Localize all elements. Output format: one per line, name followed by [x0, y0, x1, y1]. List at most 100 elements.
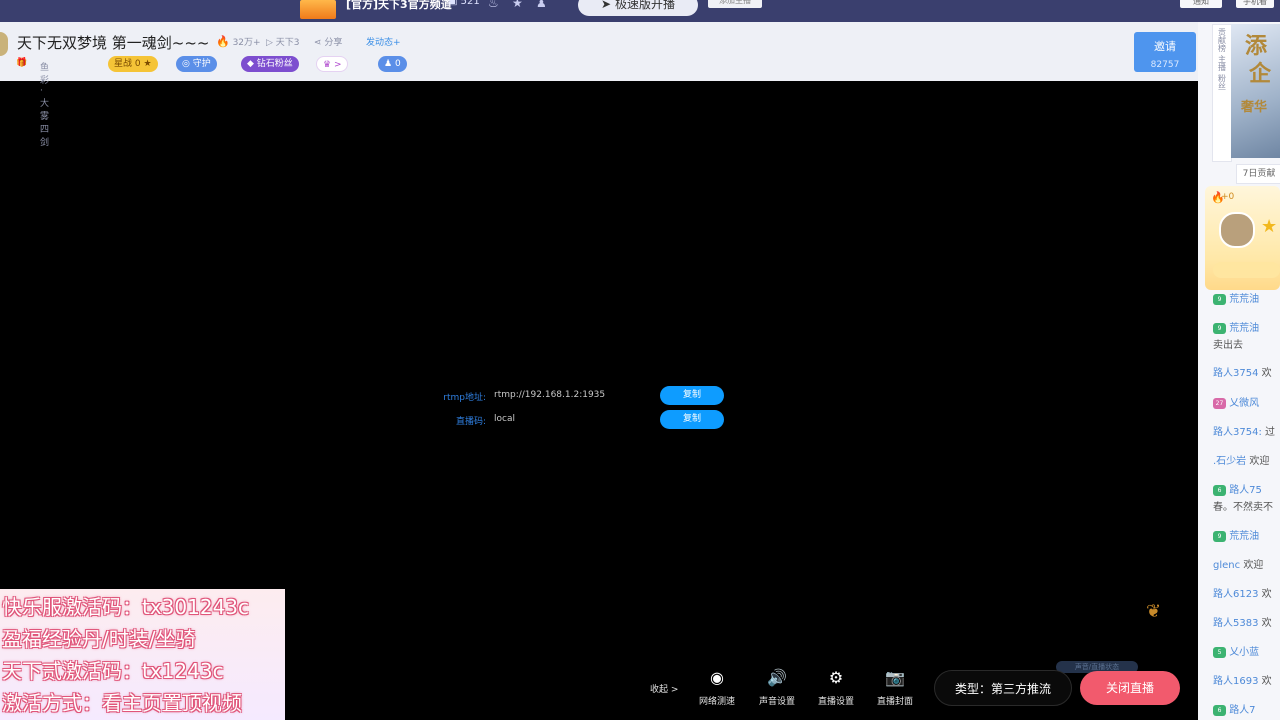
noble-label: >: [333, 60, 342, 70]
people-count: 0: [394, 59, 401, 69]
diamond-fans-button[interactable]: ◆ 钻石粉丝: [241, 56, 299, 72]
stream-code-value: local: [494, 414, 515, 424]
chat-message: 9 荒荒油: [1213, 319, 1280, 334]
stream-code-label: 直播码:: [455, 417, 486, 427]
wing-icon[interactable]: ❦: [1146, 601, 1170, 622]
chat-text: 欢: [1261, 618, 1272, 629]
chat-message: 路人3754 欢: [1213, 364, 1280, 379]
chat-username[interactable]: 路人5383: [1213, 618, 1258, 629]
speed-icon: ◉: [710, 668, 724, 687]
chat-text: 过: [1265, 427, 1276, 438]
chat-message: 路人6123 欢: [1213, 585, 1280, 600]
top-fan-avatar[interactable]: [1219, 212, 1255, 248]
chat-username[interactable]: 路人3754: [1213, 368, 1258, 379]
diamond-label: 钻石粉丝: [256, 59, 293, 69]
channel-logo[interactable]: [300, 0, 336, 19]
chat-username[interactable]: 荒荒油: [1229, 531, 1259, 542]
fast-open-button[interactable]: ➤ 极速版开播: [578, 0, 698, 16]
add-anchor-button[interactable]: 添加主播: [708, 0, 762, 8]
promo-line-3: 天下贰激活码：tx1243c: [2, 659, 224, 683]
post-dynamic-link[interactable]: 发动态+: [366, 35, 401, 48]
copy-code-button[interactable]: 复制: [660, 410, 724, 429]
chat-message: 6 路人75: [1213, 481, 1280, 496]
star-icon: ★: [1261, 216, 1278, 237]
chat-username[interactable]: 荒荒油: [1229, 294, 1259, 305]
hot-count-value: 32万+: [232, 38, 261, 48]
chat-message: 路人5383 欢: [1213, 614, 1280, 629]
speed-test-button[interactable]: ◉ 网络测速: [695, 668, 739, 707]
chat-message: 9 荒荒油: [1213, 527, 1280, 542]
chat-message: glenc 欢迎: [1213, 556, 1280, 571]
star-icon: ★: [143, 59, 152, 69]
chat-username[interactable]: 路人6123: [1213, 589, 1258, 600]
banner-char-3: 奢华: [1241, 100, 1268, 115]
share-button[interactable]: ⋖ 分享: [314, 35, 342, 48]
live-settings-button[interactable]: ⚙ 直播设置: [814, 668, 858, 707]
live-cover-button[interactable]: 📷 直播封面: [873, 668, 917, 707]
speaker-icon: 🔊: [767, 668, 787, 687]
rank-7day-tab[interactable]: 7日贡献: [1236, 164, 1280, 184]
user-icon[interactable]: ♟: [536, 0, 547, 10]
chat-message: 5 乂小蓝: [1213, 643, 1280, 658]
phone-watch-button[interactable]: 手机看: [1236, 0, 1274, 8]
gift-icon: 🎁: [16, 58, 28, 68]
favorite-icon[interactable]: ★: [512, 0, 523, 10]
chat-username[interactable]: 乂微风: [1229, 398, 1259, 409]
camera-icon: 📷: [885, 668, 905, 687]
chat-username[interactable]: 荒荒油: [1229, 323, 1259, 334]
noble-button[interactable]: ♛ >: [316, 56, 349, 72]
chat-username[interactable]: 路人75: [1229, 485, 1262, 496]
top-bar: [官方]天下3官方频道 ▣ 521 ♨ ★ ♟ ➤ 极速版开播 添加主播 通知 …: [0, 0, 1280, 22]
sound-settings-label: 声音设置: [758, 697, 795, 707]
fans-count: 0: [134, 59, 141, 69]
chat-text: 欢: [1261, 368, 1272, 379]
close-live-button[interactable]: 关闭直播: [1080, 671, 1180, 705]
fan-level-badge: 9: [1213, 322, 1226, 334]
chat-text: 欢: [1261, 676, 1272, 687]
viewer-count: ▣ 521: [448, 0, 480, 7]
gold-rank-card[interactable]: 🔥 +0 ★: [1205, 186, 1280, 290]
chat-message: 卖出去: [1213, 336, 1280, 351]
fans-badge[interactable]: 星战 0 ★: [108, 56, 158, 72]
chat-text: 欢: [1261, 589, 1272, 600]
room-header: 天下无双梦境 第一魂剑~~~ 🔥 32万+ ▷ 天下3 ⋖ 分享 发动态+ 🎁 …: [0, 22, 1198, 148]
share-label: 分享: [324, 38, 343, 48]
chat-text: 欢迎: [1249, 456, 1270, 467]
notice-button[interactable]: 通知: [1180, 0, 1222, 8]
gold-progress: [1213, 262, 1280, 278]
chat-message: 6 路人7: [1213, 701, 1280, 716]
sidebar-vertical-tabs: 贡献榜 主播 粉丝: [1212, 24, 1232, 162]
chat-message: .石少岩 欢迎: [1213, 452, 1280, 467]
chat-username[interactable]: glenc: [1213, 560, 1240, 571]
chat-message: 路人3754: 过: [1213, 423, 1280, 438]
chat-username[interactable]: .石少岩: [1213, 456, 1246, 467]
stream-type-selector[interactable]: 类型：第三方推流: [934, 670, 1072, 706]
tab-contribution[interactable]: 贡献榜: [1217, 28, 1228, 52]
viewer-count-value: 521: [460, 0, 480, 7]
chat-message: 路人1693 欢: [1213, 672, 1280, 687]
game-link[interactable]: ▷ 天下3: [266, 35, 300, 48]
fast-open-label: 极速版开播: [614, 0, 675, 11]
promo-line-1: 快乐服激活码：tx301243c: [2, 595, 250, 619]
follow-icon[interactable]: ♨: [488, 0, 499, 10]
people-button[interactable]: ♟ 0: [378, 56, 407, 72]
collapse-button[interactable]: 收起 >: [650, 682, 678, 695]
copy-rtmp-button[interactable]: 复制: [660, 386, 724, 405]
tab-fans[interactable]: 粉丝: [1217, 74, 1228, 90]
speed-test-label: 网络测速: [698, 697, 735, 707]
promo-banner[interactable]: 添 企 奢华: [1231, 24, 1280, 158]
guard-button[interactable]: ◎ 守护: [176, 56, 217, 72]
chat-username[interactable]: 乂小蓝: [1229, 647, 1259, 658]
fan-level-badge: 27: [1213, 397, 1226, 409]
anchor-avatar[interactable]: [0, 32, 8, 56]
tab-anchor[interactable]: 主播: [1217, 55, 1228, 71]
guard-label: 守护: [192, 59, 211, 69]
promo-line-2: 盈福经验丹/时装/坐骑: [2, 627, 196, 651]
room-title: 天下无双梦境 第一魂剑~~~: [17, 34, 210, 52]
chat-username[interactable]: 路人1693: [1213, 676, 1258, 687]
invite-button[interactable]: 邀请 82757: [1134, 32, 1196, 72]
chat-username[interactable]: 路人7: [1229, 705, 1255, 716]
settings-icon: ⚙: [828, 668, 844, 687]
chat-username[interactable]: 路人3754:: [1213, 427, 1262, 438]
sound-settings-button[interactable]: 🔊 声音设置: [755, 668, 799, 707]
